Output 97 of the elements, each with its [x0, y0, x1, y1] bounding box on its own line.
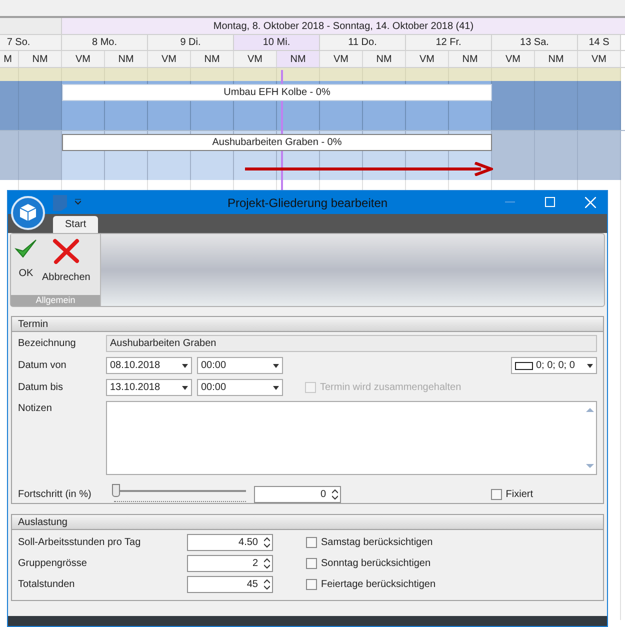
close-button[interactable]	[583, 196, 597, 208]
checkbox-label: Samstag berücksichtigen	[321, 536, 433, 550]
progress-slider[interactable]	[112, 484, 246, 504]
time-combobox[interactable]: 00:00	[197, 379, 283, 396]
group-title: Allgemein	[11, 295, 100, 306]
spin-arrows-icon	[264, 558, 270, 569]
slider-thumb[interactable]	[112, 484, 120, 497]
number-spinbox[interactable]: 2	[187, 555, 273, 572]
half-day-header: NM	[535, 51, 578, 67]
date-combobox[interactable]: 13.10.2018	[106, 379, 192, 396]
half-day-header: VM	[406, 51, 449, 67]
half-day-header: NM	[449, 51, 492, 67]
checkbox-label: Termin wird zusammengehalten	[320, 381, 462, 395]
time-combobox[interactable]: 00:00	[197, 357, 283, 374]
field-label: Datum bis	[18, 381, 64, 395]
checkbox-label: Feiertage berücksichtigen	[321, 578, 436, 592]
close-icon	[584, 196, 596, 208]
window-title: Projekt-Gliederung bearbeiten	[227, 194, 388, 212]
ok-button[interactable]: OK	[13, 238, 39, 295]
color-swatch	[515, 362, 533, 370]
cancel-button[interactable]: Abbrechen	[41, 238, 92, 295]
week-header: Montag, 8. Oktober 2018 - Sonntag, 14. Oktober 2018 (41)	[62, 18, 625, 34]
field-label: Totalstunden	[18, 578, 76, 592]
day-header: 11 Do.	[320, 35, 406, 50]
cross-icon	[52, 238, 80, 264]
notes-field[interactable]	[106, 401, 597, 475]
timeline-cell	[578, 68, 621, 81]
field-label: Fortschritt (in %)	[18, 488, 92, 502]
timeline-cell	[148, 68, 191, 81]
maximize-icon	[545, 197, 555, 207]
progress-spinbox[interactable]: 0	[254, 486, 341, 502]
checkbox-label: Fixiert	[506, 488, 533, 502]
field-label: Notizen	[18, 402, 53, 416]
name-field[interactable]: Aushubarbeiten Graben	[106, 335, 597, 352]
timeline-cell	[535, 68, 578, 81]
half-day-header: VM	[492, 51, 535, 67]
timeline-cell	[363, 68, 406, 81]
day-header: 8 Mo.	[62, 35, 148, 50]
minimize-icon	[505, 201, 515, 203]
day-header: 12 Fr.	[406, 35, 492, 50]
half-day-header: VM	[148, 51, 191, 67]
day-header: 13 Sa.	[492, 35, 578, 50]
half-day-header: VM	[320, 51, 363, 67]
timeline-cell	[406, 68, 449, 81]
task-bar[interactable]: Aushubarbeiten Graben - 0%	[62, 134, 492, 151]
checkbox-label: Sonntag berücksichtigen	[321, 557, 431, 571]
day-header: 9 Di.	[148, 35, 234, 50]
timeline-cell	[277, 68, 320, 81]
field-label: Gruppengrösse	[18, 557, 88, 571]
timeline-cell	[320, 68, 363, 81]
spin-arrows-icon	[264, 579, 270, 590]
quick-access-icon	[53, 195, 67, 211]
color-combobox[interactable]: 0; 0; 0; 0	[511, 357, 597, 374]
dropdown-arrow-icon	[182, 386, 188, 390]
timeline-cell	[234, 68, 277, 81]
half-day-header: VM	[62, 51, 105, 67]
day-header: 7 So.	[0, 35, 62, 50]
task-bar[interactable]: Umbau EFH Kolbe - 0%	[62, 84, 492, 101]
ribbon-tab[interactable]: Start	[53, 216, 98, 233]
checkmark-icon	[14, 238, 38, 260]
half-day-header: NM	[19, 51, 62, 67]
timeline-cell	[105, 68, 148, 81]
dropdown-arrow-icon	[273, 364, 279, 368]
timeline-cell	[62, 68, 105, 81]
checkbox[interactable]	[306, 579, 317, 590]
date-combobox[interactable]: 08.10.2018	[106, 357, 192, 374]
field-label: Datum von	[18, 359, 68, 373]
number-spinbox[interactable]: 4.50	[187, 534, 273, 551]
section-header: Termin	[12, 317, 603, 332]
half-day-header: NM	[191, 51, 234, 67]
dropdown-arrow-icon	[273, 386, 279, 390]
half-day-header: NM	[105, 51, 148, 67]
field-label: Bezeichnung	[18, 337, 77, 351]
spin-arrows-icon	[332, 488, 338, 500]
dropdown-arrow-icon	[182, 364, 188, 368]
timeline-cell	[19, 68, 62, 81]
day-header: 14 S	[578, 35, 621, 50]
timeline-cell	[191, 68, 234, 81]
section-header: Auslastung	[12, 515, 603, 530]
day-header: 10 Mi.	[234, 35, 320, 50]
dropdown-arrow-icon	[587, 364, 593, 368]
half-day-header: M	[0, 51, 19, 67]
checkbox[interactable]	[490, 488, 502, 500]
app-logo-icon	[11, 196, 45, 230]
dropdown-icon	[75, 199, 81, 205]
half-day-header: NM	[363, 51, 406, 67]
half-day-header: VM	[578, 51, 621, 67]
half-day-header: VM	[234, 51, 277, 67]
number-spinbox[interactable]: 45	[187, 576, 273, 593]
checkbox[interactable]	[306, 537, 317, 548]
field-label: Soll-Arbeitsstunden pro Tag	[18, 536, 142, 550]
timeline-cell	[449, 68, 492, 81]
maximize-button[interactable]	[543, 196, 557, 208]
half-day-header: NM	[277, 51, 320, 67]
spin-arrows-icon	[264, 537, 270, 548]
timeline-cell	[492, 68, 535, 81]
checkbox[interactable]	[306, 558, 317, 569]
